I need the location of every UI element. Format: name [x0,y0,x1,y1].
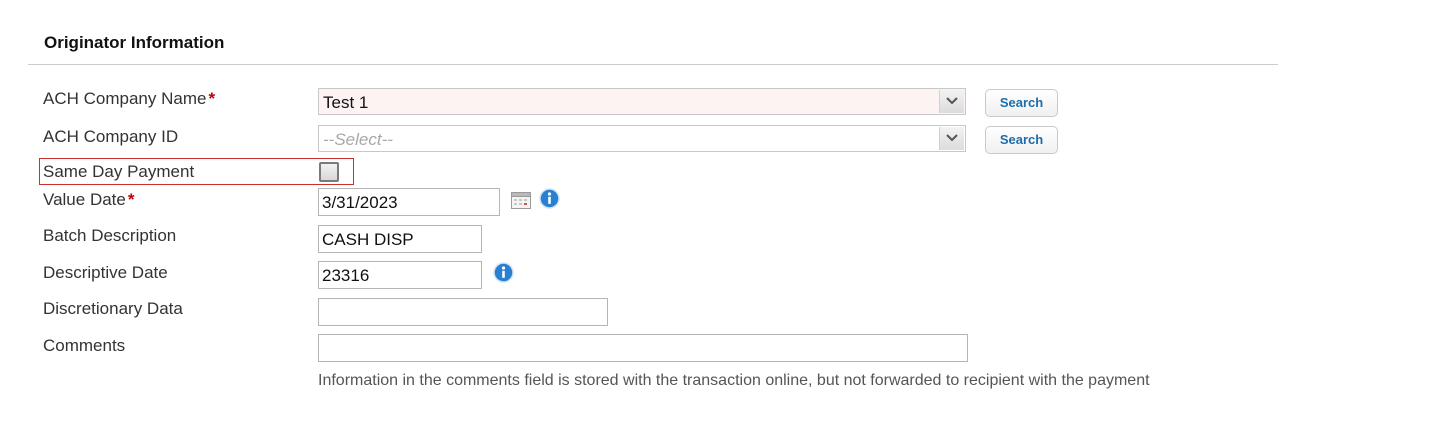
info-icon[interactable] [539,188,560,214]
ach-company-name-search-button[interactable]: Search [985,89,1058,117]
value-date-label: Value Date * [43,190,134,210]
ach-company-id-search-button[interactable]: Search [985,126,1058,154]
chevron-down-icon[interactable] [939,127,964,150]
discretionary-data-input[interactable] [318,298,608,326]
ach-company-id-select[interactable]: --Select-- [318,125,966,152]
comments-label: Comments [43,336,126,355]
ach-company-id-placeholder: --Select-- [323,130,393,149]
info-icon[interactable] [493,262,514,288]
ach-company-name-select[interactable]: Test 1 [318,88,966,115]
calendar-icon[interactable] [511,191,531,214]
ach-company-id-label: ACH Company ID [43,127,179,146]
ach-company-name-value: Test 1 [323,93,369,112]
required-marker: * [127,190,135,209]
ach-company-name-label: ACH Company Name * [43,89,215,109]
same-day-payment-checkbox[interactable] [319,162,339,182]
required-marker: * [208,89,216,108]
descriptive-date-input[interactable]: 23316 [318,261,482,289]
value-date-label-text: Value Date [43,190,126,209]
descriptive-date-label: Descriptive Date [43,263,168,282]
value-date-input[interactable]: 3/31/2023 [318,188,500,216]
discretionary-data-label: Discretionary Data [43,299,183,318]
comments-input[interactable] [318,334,968,362]
ach-company-name-label-text: ACH Company Name [43,89,207,108]
batch-description-label: Batch Description [43,226,177,245]
batch-description-input[interactable]: CASH DISP [318,225,482,253]
section-divider [28,64,1278,65]
section-title: Originator Information [44,33,225,52]
chevron-down-icon[interactable] [939,90,964,113]
same-day-payment-label: Same Day Payment [43,162,195,181]
comments-note: Information in the comments field is sto… [318,372,1150,389]
